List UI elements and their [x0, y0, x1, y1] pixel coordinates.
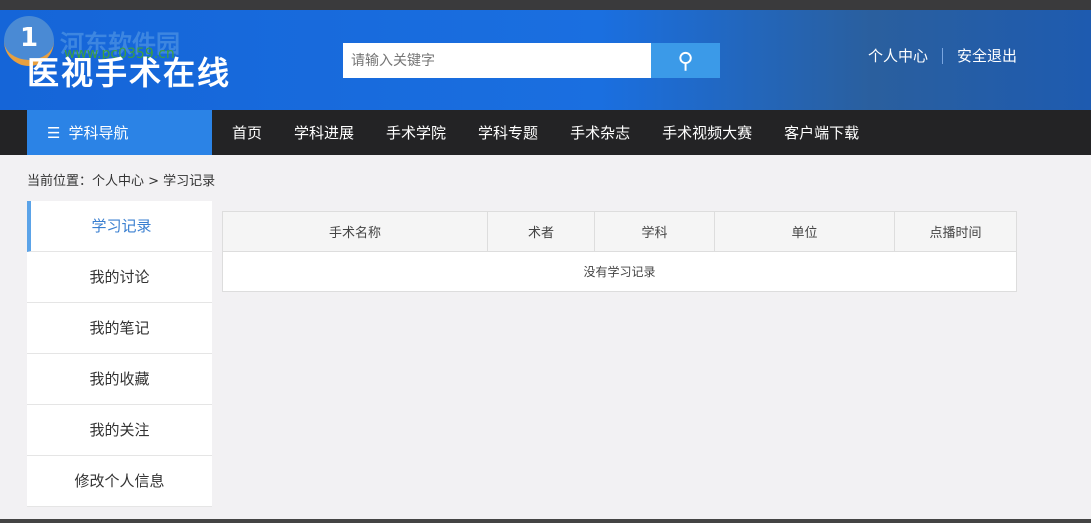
logout-link[interactable]: 安全退出	[957, 45, 1017, 66]
sidebar-item-favorites[interactable]: 我的收藏	[27, 354, 212, 405]
empty-message: 没有学习记录	[222, 251, 1017, 292]
sidebar-item-notes[interactable]: 我的笔记	[27, 303, 212, 354]
user-links: 个人中心 安全退出	[868, 45, 1017, 66]
study-records-table: 手术名称 术者 学科 单位 点播时间 没有学习记录	[222, 211, 1017, 292]
column-header: 手术名称	[222, 211, 488, 252]
top-bar	[0, 0, 1091, 10]
column-header: 术者	[487, 211, 595, 252]
sidebar-item-following[interactable]: 我的关注	[27, 405, 212, 456]
search-icon: ⚲	[677, 47, 694, 73]
sidebar: 学习记录 我的讨论 我的笔记 我的收藏 我的关注 修改个人信息	[27, 201, 212, 507]
sidebar-item-edit-profile[interactable]: 修改个人信息	[27, 456, 212, 507]
nav-item[interactable]: 手术杂志	[554, 122, 646, 143]
nav-item[interactable]: 首页	[216, 122, 278, 143]
site-logo[interactable]: 医视手术在线	[27, 48, 231, 94]
divider	[941, 47, 943, 64]
sidebar-item-discussions[interactable]: 我的讨论	[27, 252, 212, 303]
nav-item[interactable]: 手术学院	[370, 122, 462, 143]
bottom-bar	[0, 519, 1091, 523]
nav-item[interactable]: 学科专题	[462, 122, 554, 143]
main-nav: ☰ 学科导航 首页 学科进展 手术学院 学科专题 手术杂志 手术视频大赛 客户端下…	[0, 110, 1091, 155]
nav-item[interactable]: 学科进展	[278, 122, 370, 143]
menu-icon: ☰	[47, 123, 61, 142]
search-button[interactable]: ⚲	[651, 43, 720, 78]
breadcrumb: 当前位置：个人中心 > 学习记录	[27, 174, 216, 189]
header: 1河东软件园 www.pc0359.cn 医视手术在线 ⚲ 个人中心 安全退出	[0, 10, 1091, 110]
search-bar: ⚲	[343, 43, 720, 78]
category-nav-label: 学科导航	[68, 124, 129, 142]
column-header: 点播时间	[894, 211, 1017, 252]
search-input[interactable]	[343, 43, 651, 78]
column-header: 学科	[594, 211, 715, 252]
sidebar-item-study-records[interactable]: 学习记录	[27, 201, 212, 252]
nav-item[interactable]: 客户端下载	[768, 122, 875, 143]
category-nav-button[interactable]: ☰ 学科导航	[27, 110, 212, 155]
column-header: 单位	[714, 211, 895, 252]
user-center-link[interactable]: 个人中心	[868, 45, 928, 66]
nav-item[interactable]: 手术视频大赛	[646, 122, 768, 143]
